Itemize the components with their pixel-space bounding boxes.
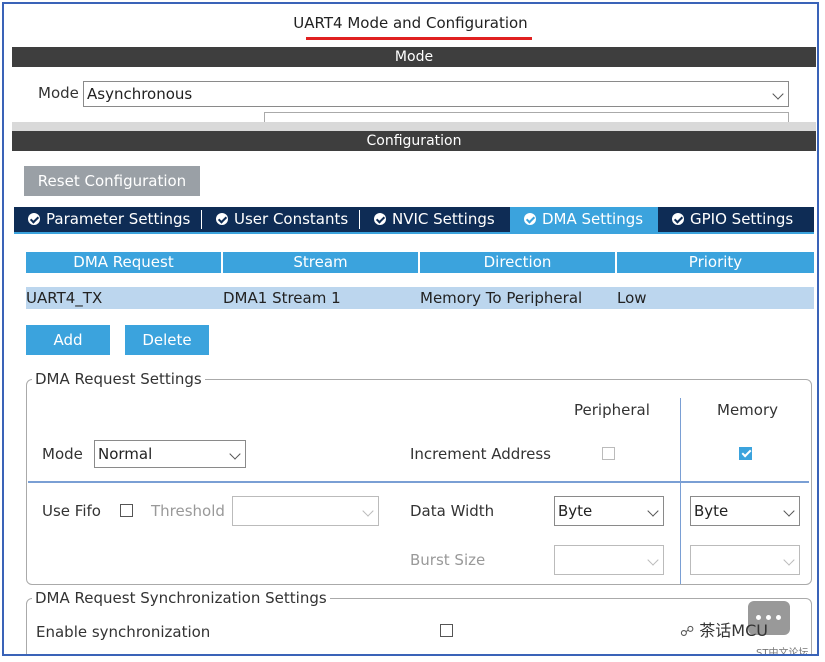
column-header-dma-request[interactable]: DMA Request: [26, 252, 221, 273]
title-underline: [306, 37, 532, 40]
cell-direction: Memory To Peripheral: [420, 289, 583, 307]
data-width-memory-value: Byte: [694, 502, 729, 520]
mode-subpanel-edge: [264, 112, 789, 122]
settings-divider: [28, 481, 809, 483]
request-mode-value: Normal: [98, 445, 153, 463]
column-header-stream[interactable]: Stream: [223, 252, 418, 273]
chevron-down-icon: [783, 505, 795, 517]
use-fifo-label: Use Fifo: [42, 502, 101, 520]
use-fifo-checkbox[interactable]: [120, 504, 133, 517]
chevron-down-icon: [783, 554, 795, 566]
dma-sync-settings-title: DMA Request Synchronization Settings: [32, 589, 330, 607]
cell-priority: Low: [617, 289, 647, 307]
peripheral-header: Peripheral: [574, 401, 650, 419]
mode-select-value: Asynchronous: [87, 85, 193, 103]
data-width-memory-select[interactable]: Byte: [690, 496, 800, 526]
chevron-down-icon: [772, 88, 784, 100]
tab-label: Parameter Settings: [46, 210, 191, 228]
add-button[interactable]: Add: [26, 325, 110, 355]
memory-header: Memory: [717, 401, 779, 419]
page-title: UART4 Mode and Configuration: [293, 14, 528, 32]
check-circle-icon: [672, 213, 684, 225]
tab-label: NVIC Settings: [392, 210, 495, 228]
cell-stream: DMA1 Stream 1: [223, 289, 341, 307]
watermark-text: ☍ 茶话MCU: [680, 617, 768, 641]
delete-button[interactable]: Delete: [125, 325, 209, 355]
increment-memory-checkbox[interactable]: [739, 447, 752, 460]
wechat-icon: ☍: [680, 624, 695, 640]
burst-size-label: Burst Size: [410, 551, 486, 569]
configuration-section-bar: Configuration: [12, 131, 816, 151]
data-width-label: Data Width: [410, 502, 495, 520]
check-circle-icon: [524, 213, 536, 225]
tab-label: GPIO Settings: [690, 210, 794, 228]
increment-address-label: Increment Address: [410, 445, 551, 463]
data-width-peripheral-select[interactable]: Byte: [554, 496, 664, 526]
watermark-main: 茶话MCU: [699, 621, 768, 640]
dma-request-settings-title: DMA Request Settings: [32, 370, 205, 388]
enable-synchronization-checkbox[interactable]: [440, 624, 453, 637]
chevron-down-icon: [362, 505, 374, 517]
enable-synchronization-label: Enable synchronization: [36, 623, 211, 641]
tab-nvic-settings[interactable]: NVIC Settings: [360, 207, 510, 232]
watermark-sub: ST中文论坛: [756, 648, 809, 656]
chevron-down-icon: [229, 448, 241, 460]
mode-select[interactable]: Asynchronous: [83, 81, 789, 107]
tab-label: User Constants: [234, 210, 349, 228]
request-mode-select[interactable]: Normal: [94, 440, 246, 468]
cell-dma-request: UART4_TX: [26, 289, 103, 307]
tab-dma-settings[interactable]: DMA Settings: [510, 207, 658, 232]
column-divider: [680, 398, 681, 584]
tab-underline: [14, 232, 814, 234]
tab-parameter-settings[interactable]: Parameter Settings: [14, 207, 201, 232]
check-circle-icon: [216, 213, 228, 225]
tab-user-constants[interactable]: User Constants: [202, 207, 359, 232]
threshold-select[interactable]: [232, 496, 379, 526]
column-header-direction[interactable]: Direction: [420, 252, 615, 273]
check-circle-icon: [374, 213, 386, 225]
data-width-peripheral-value: Byte: [558, 502, 593, 520]
mode-section-bar: Mode: [12, 47, 816, 67]
reset-configuration-button[interactable]: Reset Configuration: [24, 166, 200, 196]
column-header-priority[interactable]: Priority: [617, 252, 814, 273]
chevron-down-icon: [647, 554, 659, 566]
tab-bar: Parameter Settings User Constants NVIC S…: [14, 207, 814, 232]
chevron-down-icon: [647, 505, 659, 517]
tab-label: DMA Settings: [542, 210, 644, 228]
threshold-label: Threshold: [151, 502, 225, 520]
tab-gpio-settings[interactable]: GPIO Settings: [658, 207, 814, 232]
window-frame: UART4 Mode and Configuration Mode Mode A…: [2, 2, 819, 656]
mode-label: Mode: [38, 84, 79, 102]
burst-size-peripheral-select[interactable]: [554, 545, 664, 575]
increment-peripheral-checkbox[interactable]: [602, 447, 615, 460]
burst-size-memory-select[interactable]: [690, 545, 800, 575]
request-mode-label: Mode: [42, 445, 83, 463]
check-circle-icon: [28, 213, 40, 225]
